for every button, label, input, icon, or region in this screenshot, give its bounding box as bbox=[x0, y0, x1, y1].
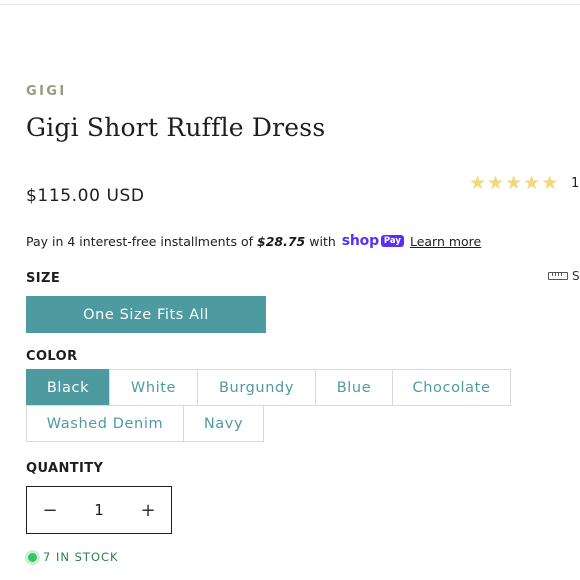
learn-more-link[interactable]: Learn more bbox=[410, 234, 481, 249]
color-label: COLOR bbox=[26, 349, 78, 364]
size-guide-label: S bbox=[572, 269, 580, 283]
product-title: Gigi Short Ruffle Dress bbox=[26, 113, 326, 142]
star-icon: ★ bbox=[505, 172, 523, 194]
installments-text: Pay in 4 interest-free installments of bbox=[26, 233, 254, 249]
color-option-white[interactable]: White bbox=[109, 369, 198, 406]
inventory-status: 7 IN STOCK bbox=[28, 550, 119, 564]
ruler-icon bbox=[548, 272, 568, 280]
star-icon: ★ bbox=[541, 172, 559, 194]
shop-pay-installments: Pay in 4 interest-free installments of $… bbox=[26, 233, 481, 249]
installments-with: with bbox=[309, 233, 336, 249]
review-count[interactable]: 1 bbox=[571, 176, 579, 191]
quantity-increase-button[interactable]: + bbox=[125, 487, 171, 533]
color-option-washed-denim[interactable]: Washed Denim bbox=[26, 405, 184, 442]
header-divider bbox=[0, 4, 580, 5]
stock-text: 7 IN STOCK bbox=[43, 550, 119, 564]
quantity-label: QUANTITY bbox=[26, 461, 104, 476]
shop-logo: shop bbox=[341, 233, 379, 249]
quantity-stepper: − 1 + bbox=[26, 486, 172, 534]
pay-badge: Pay bbox=[380, 235, 404, 247]
color-option-burgundy[interactable]: Burgundy bbox=[197, 369, 316, 406]
star-icon: ★ bbox=[469, 172, 487, 194]
color-option-black[interactable]: Black bbox=[26, 369, 110, 406]
color-option-blue[interactable]: Blue bbox=[315, 369, 393, 406]
star-icon: ★ bbox=[487, 172, 505, 194]
in-stock-dot-icon bbox=[28, 552, 37, 562]
color-option-chocolate[interactable]: Chocolate bbox=[392, 369, 511, 406]
quantity-decrease-button[interactable]: − bbox=[27, 487, 73, 533]
size-guide-link[interactable]: S bbox=[548, 269, 580, 283]
quantity-input[interactable]: 1 bbox=[94, 501, 104, 519]
size-label: SIZE bbox=[26, 271, 61, 286]
product-price: $115.00 USD bbox=[26, 186, 145, 206]
rating-stars[interactable]: ★ ★ ★ ★ ★ bbox=[469, 172, 558, 194]
color-option-navy[interactable]: Navy bbox=[183, 405, 264, 442]
star-icon: ★ bbox=[523, 172, 541, 194]
product-vendor[interactable]: GIGI bbox=[26, 84, 67, 99]
size-option-one-size[interactable]: One Size Fits All bbox=[26, 296, 266, 333]
installment-amount: $28.75 bbox=[257, 233, 306, 249]
